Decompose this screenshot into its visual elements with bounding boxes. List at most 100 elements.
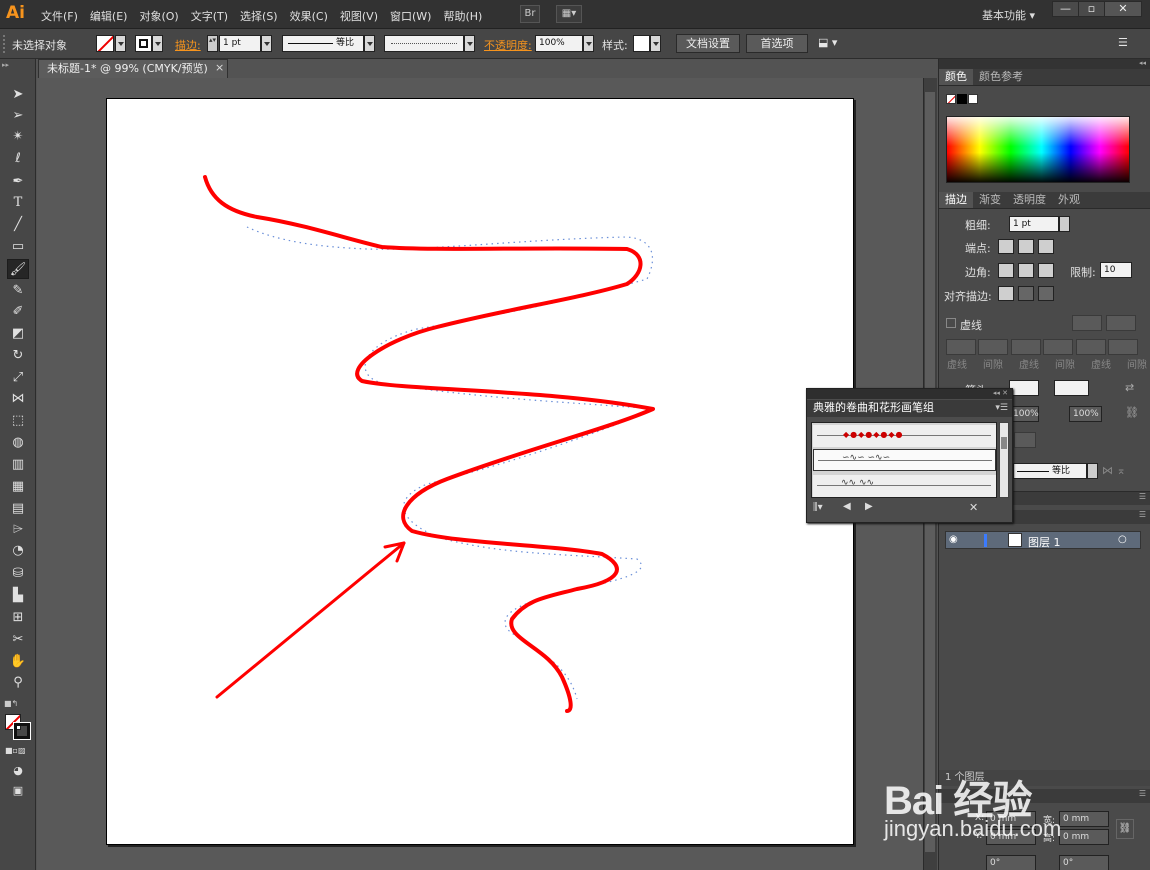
symbol-sprayer-tool-icon[interactable]: ⛁ <box>7 564 29 584</box>
tab-stroke[interactable]: 描边 <box>939 192 973 208</box>
arrange-documents-icon[interactable]: ▦▾ <box>556 5 582 23</box>
minimize-icon[interactable]: — <box>1052 1 1079 17</box>
previous-library-icon[interactable]: ◀ <box>843 501 851 512</box>
slice-tool-icon[interactable]: ✂ <box>7 630 29 650</box>
brush-options-icon[interactable]: ✕ <box>969 501 978 514</box>
brush-item[interactable]: ∿∿ ∿∿ <box>813 475 996 497</box>
rectangle-tool-icon[interactable]: ▭ <box>7 237 29 257</box>
round-cap-button[interactable] <box>1018 239 1034 254</box>
artwork[interactable] <box>107 99 855 846</box>
stroke-weight-dropdown[interactable] <box>261 35 272 52</box>
brush-definition-select[interactable] <box>384 35 464 52</box>
menu-type[interactable]: 文字(T) <box>191 8 228 24</box>
gradient-tool-icon[interactable]: ▤ <box>7 499 29 519</box>
align-inside-button[interactable] <box>1018 286 1034 301</box>
dash-3-field[interactable] <box>1076 339 1106 355</box>
width-tool-icon[interactable]: ⋈ <box>7 389 29 409</box>
projecting-cap-button[interactable] <box>1038 239 1054 254</box>
profile-select[interactable]: 等比 <box>1013 463 1087 479</box>
red-wavy-stroke[interactable] <box>203 175 655 713</box>
constrain-proportions-icon[interactable]: ⛓ <box>1116 819 1134 839</box>
flip-profile-icons[interactable]: ⋈ ⌅ <box>1102 464 1126 477</box>
miter-join-button[interactable] <box>998 263 1014 278</box>
maximize-icon[interactable]: ▫ <box>1078 1 1105 17</box>
selection-tool-icon[interactable]: ➤ <box>7 85 29 105</box>
color-mode-icons[interactable]: ■▫▨ <box>5 746 31 755</box>
layer-row[interactable]: ◉ 图层 1 ○ <box>945 531 1141 549</box>
stroke-profile-select[interactable]: 等比 <box>282 35 364 52</box>
grip-handle[interactable] <box>3 35 6 53</box>
shear-field[interactable]: 0° <box>1059 855 1109 870</box>
menu-select[interactable]: 选择(S) <box>240 8 278 24</box>
paintbrush-tool-icon[interactable]: 🖌 <box>7 259 29 279</box>
dash-preserve-lengths-button[interactable] <box>1106 315 1136 331</box>
start-arrowhead-select[interactable] <box>1009 380 1039 396</box>
swap-arrowheads-icon[interactable]: ⇄ <box>1125 381 1134 394</box>
brush-item-selected[interactable]: ∽∿∽ ∽∿∽ <box>813 449 996 471</box>
start-scale-field[interactable]: 100% <box>1009 406 1039 422</box>
brush-list-scrollbar[interactable] <box>999 422 1009 498</box>
brush-list[interactable]: ◆●◆●◆●◆● ∽∿∽ ∽∿∽ ∿∿ ∿∿ <box>811 422 997 498</box>
brush-library-menu-icon[interactable]: ⫼▾ <box>813 502 823 513</box>
opacity-label[interactable]: 不透明度: <box>484 37 532 53</box>
white-swatch[interactable] <box>968 94 978 104</box>
gap-3-field[interactable] <box>1108 339 1138 355</box>
scale-tool-icon[interactable]: ⤢ <box>7 368 29 388</box>
dash-align-corners-button[interactable] <box>1072 315 1102 331</box>
height-field[interactable]: 0 mm <box>1059 829 1109 845</box>
black-swatch[interactable] <box>957 94 967 104</box>
perspective-grid-tool-icon[interactable]: ▥ <box>7 455 29 475</box>
menu-file[interactable]: 文件(F) <box>41 8 78 24</box>
link-scale-icon[interactable]: ⛓ <box>1125 406 1139 419</box>
direct-selection-tool-icon[interactable]: ➢ <box>7 106 29 126</box>
brush-panel-collapse-icon[interactable]: ◂◂ ✕ <box>807 389 1012 399</box>
default-colors-icon[interactable]: ■↰ <box>4 699 18 708</box>
line-segment-tool-icon[interactable]: ╱ <box>7 215 29 235</box>
collapse-dock-icon[interactable]: ◂◂ <box>939 59 1150 69</box>
fill-none-swatch[interactable] <box>96 35 114 52</box>
none-color-icon[interactable] <box>946 94 956 104</box>
collapse-toolbox-icon[interactable]: ▸▸ <box>2 61 34 69</box>
gap-1-field[interactable] <box>978 339 1008 355</box>
dash-2-field[interactable] <box>1011 339 1041 355</box>
align-options-icon[interactable]: ⬓ ▾ <box>818 36 837 49</box>
tab-color-guide[interactable]: 颜色参考 <box>973 69 1029 85</box>
rotate-tool-icon[interactable]: ↻ <box>7 346 29 366</box>
bridge-button[interactable]: Br <box>520 5 540 23</box>
align-center-button[interactable] <box>998 286 1014 301</box>
next-library-icon[interactable]: ▶ <box>865 501 873 512</box>
menu-effect[interactable]: 效果(C) <box>290 8 328 24</box>
shape-builder-tool-icon[interactable]: ◍ <box>7 433 29 453</box>
arrow-align-button[interactable] <box>1014 432 1036 448</box>
close-tab-icon[interactable]: × <box>215 61 224 74</box>
brush-panel-menu-icon[interactable]: ▾☰ <box>995 400 1008 416</box>
blob-brush-tool-icon[interactable]: ✐ <box>7 302 29 322</box>
stroke-weight-stepper[interactable]: ▴▾ <box>207 35 218 52</box>
color-spectrum[interactable] <box>946 116 1130 183</box>
stroke-swatch[interactable] <box>135 35 152 52</box>
screen-mode-icon[interactable]: ▣ <box>7 781 29 801</box>
drawing-mode-icon[interactable]: ◕ <box>7 761 29 781</box>
bevel-join-button[interactable] <box>1038 263 1054 278</box>
opacity-dropdown[interactable] <box>583 35 594 52</box>
menu-window[interactable]: 窗口(W) <box>390 8 431 24</box>
miter-limit-field[interactable]: 10 <box>1100 262 1132 278</box>
fill-dropdown[interactable] <box>115 35 126 52</box>
graphic-style-swatch[interactable] <box>633 35 650 52</box>
menu-view[interactable]: 视图(V) <box>340 8 378 24</box>
align-outside-button[interactable] <box>1038 286 1054 301</box>
tab-color[interactable]: 颜色 <box>939 69 973 85</box>
brush-library-panel[interactable]: ◂◂ ✕ 典雅的卷曲和花形画笔组 ▾☰ ◆●◆●◆●◆● ∽∿∽ ∽∿∽ ∿∿ … <box>806 388 1013 523</box>
stroke-label[interactable]: 描边: <box>175 37 201 53</box>
type-tool-icon[interactable]: T <box>7 193 29 213</box>
dashed-line-checkbox[interactable] <box>946 318 956 328</box>
stroke-weight-field-dropdown[interactable] <box>1059 216 1070 232</box>
close-window-icon[interactable]: ✕ <box>1104 1 1142 17</box>
eyedropper-tool-icon[interactable]: ⌲ <box>7 520 29 540</box>
mesh-tool-icon[interactable]: ▦ <box>7 477 29 497</box>
opacity-input[interactable]: 100% <box>535 35 583 52</box>
menu-edit[interactable]: 编辑(E) <box>90 8 128 24</box>
round-join-button[interactable] <box>1018 263 1034 278</box>
magic-wand-tool-icon[interactable]: ✴ <box>7 127 29 147</box>
end-scale-field[interactable]: 100% <box>1069 406 1102 422</box>
